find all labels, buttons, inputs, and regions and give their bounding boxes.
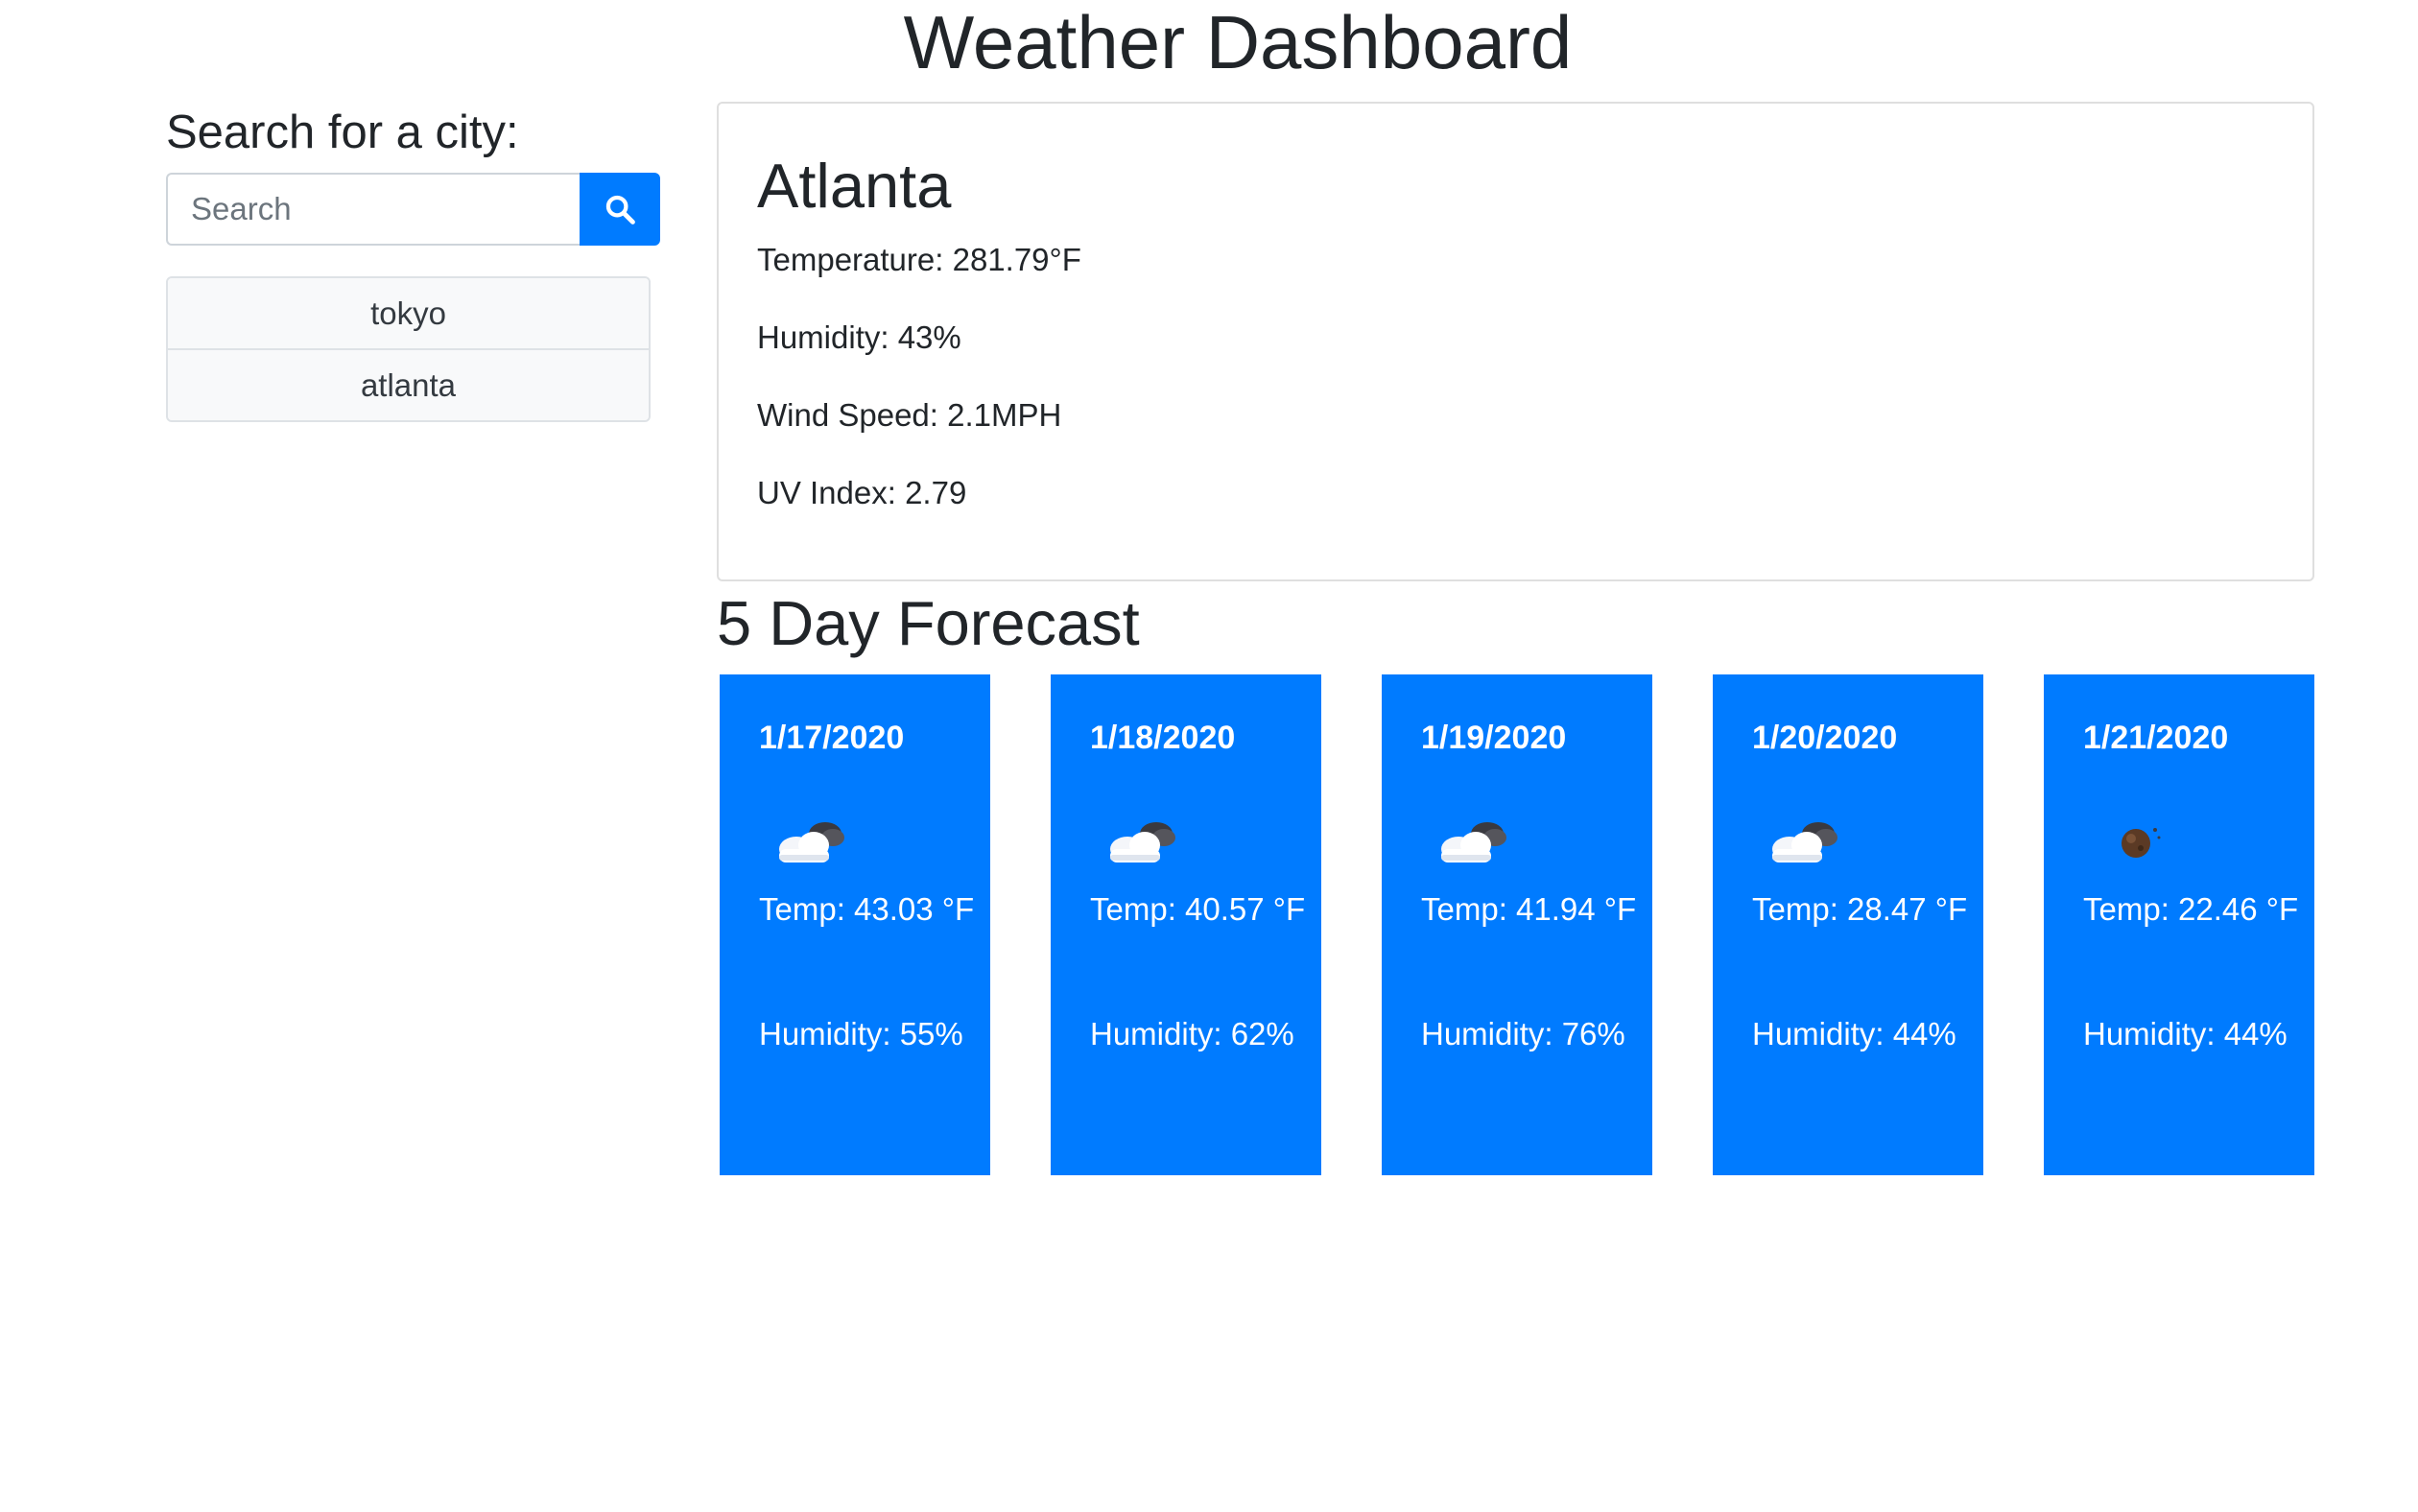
page-title: Weather Dashboard <box>903 0 1573 84</box>
forecast-row: 1/17/2020 Temp: 43.03 °F Humidity: 55% 1… <box>720 674 2314 1175</box>
forecast-date: 1/21/2020 <box>2083 720 2229 756</box>
current-city-name: Atlanta <box>757 151 952 221</box>
search-heading: Search for a city: <box>166 106 519 158</box>
forecast-heading: 5 Day Forecast <box>717 588 1140 658</box>
forecast-temp: Temp: 40.57 °F <box>1090 891 1306 927</box>
forecast-temp: Temp: 28.47 °F <box>1752 891 1968 927</box>
forecast-humidity: Humidity: 44% <box>1752 1016 1956 1051</box>
forecast-card: 1/19/2020 Temp: 41.94 °F Humidity: 76% <box>1382 674 1652 1175</box>
night-clear-icon <box>2122 828 2161 858</box>
search-button[interactable] <box>580 173 660 246</box>
search-input[interactable] <box>166 173 580 246</box>
history-item-atlanta[interactable]: atlanta <box>168 348 649 420</box>
forecast-temp: Temp: 43.03 °F <box>759 891 975 927</box>
search-icon <box>605 195 635 224</box>
forecast-card: 1/17/2020 Temp: 43.03 °F Humidity: 55% <box>720 674 990 1175</box>
forecast-date: 1/20/2020 <box>1752 720 1898 756</box>
forecast-temp: Temp: 22.46 °F <box>2083 891 2299 927</box>
search-history-list: tokyo atlanta <box>166 276 651 422</box>
forecast-date: 1/19/2020 <box>1421 720 1567 756</box>
forecast-humidity: Humidity: 62% <box>1090 1016 1294 1051</box>
forecast-humidity: Humidity: 55% <box>759 1016 963 1051</box>
current-humidity: Humidity: 43% <box>757 319 961 355</box>
search-group <box>166 173 660 246</box>
current-wind-speed: Wind Speed: 2.1MPH <box>757 397 1062 433</box>
sidebar: Search for a city: tokyo atlanta <box>166 96 665 422</box>
current-temperature: Temperature: 281.79°F <box>757 242 1081 277</box>
forecast-temp: Temp: 41.94 °F <box>1421 891 1637 927</box>
history-item-tokyo[interactable]: tokyo <box>168 278 649 348</box>
forecast-card: 1/20/2020 Temp: 28.47 °F Humidity: 44% <box>1713 674 1983 1175</box>
current-uv-index: UV Index: 2.79 <box>757 475 967 510</box>
cloud-night-icon <box>1110 822 1175 862</box>
forecast-date: 1/18/2020 <box>1090 720 1236 756</box>
cloud-night-icon <box>779 822 844 862</box>
cloud-night-icon <box>1441 822 1506 862</box>
forecast-date: 1/17/2020 <box>759 720 905 756</box>
cloud-night-icon <box>1772 822 1837 862</box>
forecast-card: 1/18/2020 Temp: 40.57 °F Humidity: 62% <box>1051 674 1321 1175</box>
forecast-humidity: Humidity: 44% <box>2083 1016 2288 1051</box>
current-weather-card: Atlanta Temperature: 281.79°F Humidity: … <box>717 102 2314 581</box>
forecast-humidity: Humidity: 76% <box>1421 1016 1625 1051</box>
forecast-card: 1/21/2020 Temp: 22.46 °F Humidity: 44% <box>2044 674 2314 1175</box>
